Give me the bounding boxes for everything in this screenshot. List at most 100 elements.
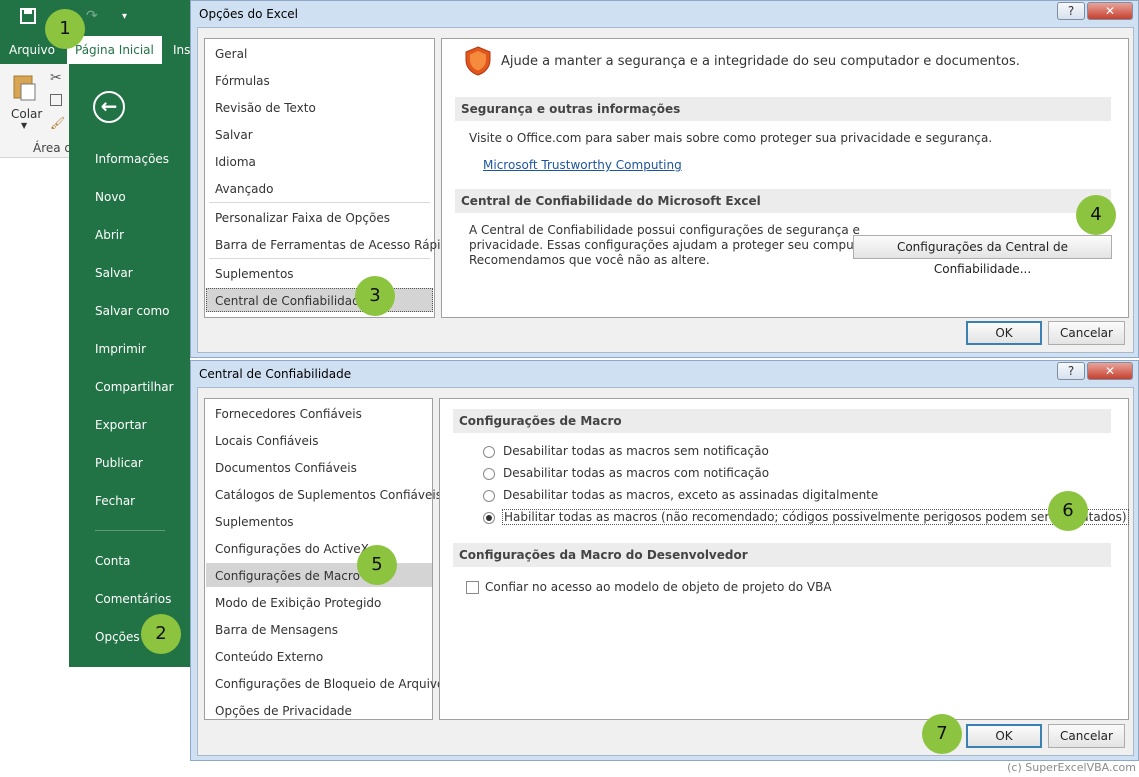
paste-label[interactable]: Colar: [11, 107, 42, 121]
trust-center-description-line: Recomendamos que você não as altere.: [469, 253, 710, 267]
nav-item-formulas[interactable]: Fórmulas: [215, 74, 270, 88]
macro-option-radio[interactable]: [483, 490, 495, 502]
macro-option-radio[interactable]: [483, 446, 495, 458]
macro-option-label-selected[interactable]: Habilitar todas as macros (não recomenda…: [502, 509, 1129, 525]
tab-inserir[interactable]: Ins: [173, 43, 190, 57]
backstage-item-abrir[interactable]: Abrir: [95, 228, 124, 242]
shield-icon: [464, 46, 492, 79]
trustworthy-computing-link[interactable]: Microsoft Trustworthy Computing: [483, 158, 682, 172]
section-header-trust-center: Central de Confiabilidade do Microsoft E…: [455, 189, 1111, 213]
nav-item-fornecedores[interactable]: Fornecedores Confiáveis: [215, 407, 362, 421]
dialog-body: Fornecedores Confiáveis Locais Confiávei…: [197, 387, 1134, 756]
step-badge-5: 5: [357, 545, 397, 585]
nav-item-privacidade[interactable]: Opções de Privacidade: [215, 704, 352, 718]
help-button[interactable]: ?: [1057, 362, 1085, 380]
trust-center-dialog: Central de Confiabilidade ? ✕ Fornecedor…: [190, 360, 1139, 761]
tab-arquivo[interactable]: Arquivo: [9, 43, 55, 57]
section-header-security: Segurança e outras informações: [455, 97, 1111, 121]
backstage-item-salvar[interactable]: Salvar: [95, 266, 133, 280]
backstage-item-salvar-como[interactable]: Salvar como: [95, 304, 169, 318]
nav-item-modo-protegido[interactable]: Modo de Exibição Protegido: [215, 596, 381, 610]
dialog-body: Geral Fórmulas Revisão de Texto Salvar I…: [197, 27, 1134, 353]
trust-center-settings-button[interactable]: Configurações da Central de Confiabilida…: [853, 235, 1112, 276]
backstage-item-conta[interactable]: Conta: [95, 554, 130, 568]
step-badge-3: 3: [355, 276, 395, 316]
backstage-item-publicar[interactable]: Publicar: [95, 456, 143, 470]
macro-option-label[interactable]: Desabilitar todas as macros com notifica…: [503, 466, 769, 480]
nav-item-geral[interactable]: Geral: [215, 47, 247, 61]
backstage-item-fechar[interactable]: Fechar: [95, 494, 135, 508]
macro-settings-content: Configurações de Macro Desabilitar todas…: [439, 398, 1129, 720]
nav-item-barra-mensagens[interactable]: Barra de Mensagens: [215, 623, 338, 637]
format-painter-icon[interactable]: 🖌: [50, 116, 65, 130]
customize-qat-icon[interactable]: ▾: [122, 11, 127, 22]
nav-item-barra-acesso-rapido[interactable]: Barra de Ferramentas de Acesso Rápido: [215, 238, 455, 252]
vba-trust-label[interactable]: Confiar no acesso ao modelo de objeto de…: [485, 580, 832, 594]
security-info-text: Visite o Office.com para saber mais sobr…: [469, 131, 993, 145]
paste-dropdown-icon[interactable]: ▼: [21, 121, 27, 130]
macro-option-label[interactable]: Desabilitar todas as macros, exceto as a…: [503, 488, 878, 502]
nav-item-bloqueio-arquivo[interactable]: Configurações de Bloqueio de Arquivo: [215, 677, 444, 691]
ok-button[interactable]: OK: [966, 724, 1042, 748]
nav-item-conteudo-externo[interactable]: Conteúdo Externo: [215, 650, 323, 664]
macro-option-radio[interactable]: [483, 468, 495, 480]
paste-icon[interactable]: [12, 72, 38, 105]
excel-options-dialog: Opções do Excel ? ✕ Geral Fórmulas Revis…: [190, 0, 1139, 358]
nav-item-activex[interactable]: Configurações do ActiveX: [215, 542, 369, 556]
save-icon[interactable]: [20, 8, 36, 28]
close-button[interactable]: ✕: [1087, 2, 1133, 20]
ribbon-body: Colar ▼ ✂ 🖌 Área de: [0, 64, 79, 158]
nav-item-suplementos[interactable]: Suplementos: [215, 267, 294, 281]
dialog-title: Central de Confiabilidade: [199, 367, 352, 381]
options-nav: Geral Fórmulas Revisão de Texto Salvar I…: [204, 38, 455, 318]
cancel-button[interactable]: Cancelar: [1048, 321, 1125, 345]
step-badge-7: 7: [922, 714, 962, 754]
options-content: Ajude a manter a segurança e a integrida…: [441, 38, 1129, 318]
trust-center-description-line: A Central de Confiabilidade possui confi…: [469, 223, 860, 237]
nav-item-suplementos[interactable]: Suplementos: [215, 515, 294, 529]
quick-access-toolbar: ↷ ▾: [0, 0, 190, 36]
nav-divider: [209, 258, 430, 259]
vba-trust-checkbox[interactable]: [466, 581, 479, 594]
copy-icon[interactable]: [50, 94, 62, 106]
cut-icon[interactable]: ✂: [50, 70, 62, 86]
step-badge-1: 1: [45, 9, 85, 49]
step-badge-6: 6: [1048, 491, 1088, 531]
nav-item-central-confiabilidade[interactable]: Central de Confiabilidade: [215, 294, 367, 308]
copyright-text: (c) SuperExcelVBA.com: [1007, 761, 1136, 774]
nav-item-documentos[interactable]: Documentos Confiáveis: [215, 461, 357, 475]
nav-item-macro[interactable]: Configurações de Macro: [215, 569, 360, 583]
section-header-macro: Configurações de Macro: [453, 409, 1111, 433]
backstage-item-informacoes[interactable]: Informações: [95, 152, 169, 166]
nav-item-catalogos[interactable]: Catálogos de Suplementos Confiáveis: [215, 488, 442, 502]
step-badge-2: 2: [141, 614, 181, 654]
nav-item-avancado[interactable]: Avançado: [215, 182, 273, 196]
ok-button[interactable]: OK: [966, 321, 1042, 345]
nav-item-salvar[interactable]: Salvar: [215, 128, 253, 142]
redo-icon[interactable]: ↷: [86, 8, 98, 24]
macro-option-radio-selected[interactable]: [483, 512, 495, 524]
backstage-item-opcoes[interactable]: Opções: [95, 630, 140, 644]
nav-item-idioma[interactable]: Idioma: [215, 155, 256, 169]
backstage-item-novo[interactable]: Novo: [95, 190, 126, 204]
backstage-divider: [95, 530, 165, 531]
section-header-developer: Configurações da Macro do Desenvolvedor: [453, 543, 1111, 567]
backstage-item-compartilhar[interactable]: Compartilhar: [95, 380, 174, 394]
ribbon-tabs: Arquivo Página Inicial Ins: [0, 36, 190, 64]
backstage-item-comentarios[interactable]: Comentários: [95, 592, 171, 606]
backstage-item-imprimir[interactable]: Imprimir: [95, 342, 146, 356]
help-button[interactable]: ?: [1057, 2, 1085, 20]
close-button[interactable]: ✕: [1087, 362, 1133, 380]
nav-item-locais[interactable]: Locais Confiáveis: [215, 434, 318, 448]
nav-item-revisao[interactable]: Revisão de Texto: [215, 101, 316, 115]
step-badge-4: 4: [1076, 195, 1116, 235]
macro-option-label[interactable]: Desabilitar todas as macros sem notifica…: [503, 444, 769, 458]
backstage-menu: ← Informações Novo Abrir Salvar Salvar c…: [69, 64, 190, 667]
backstage-item-exportar[interactable]: Exportar: [95, 418, 147, 432]
back-arrow-icon[interactable]: ←: [93, 91, 125, 123]
trust-center-nav: Fornecedores Confiáveis Locais Confiávei…: [204, 398, 444, 720]
nav-divider: [209, 202, 430, 203]
dialog-title: Opções do Excel: [199, 7, 299, 21]
nav-item-personalizar-faixa[interactable]: Personalizar Faixa de Opções: [215, 211, 390, 225]
cancel-button[interactable]: Cancelar: [1048, 724, 1125, 748]
